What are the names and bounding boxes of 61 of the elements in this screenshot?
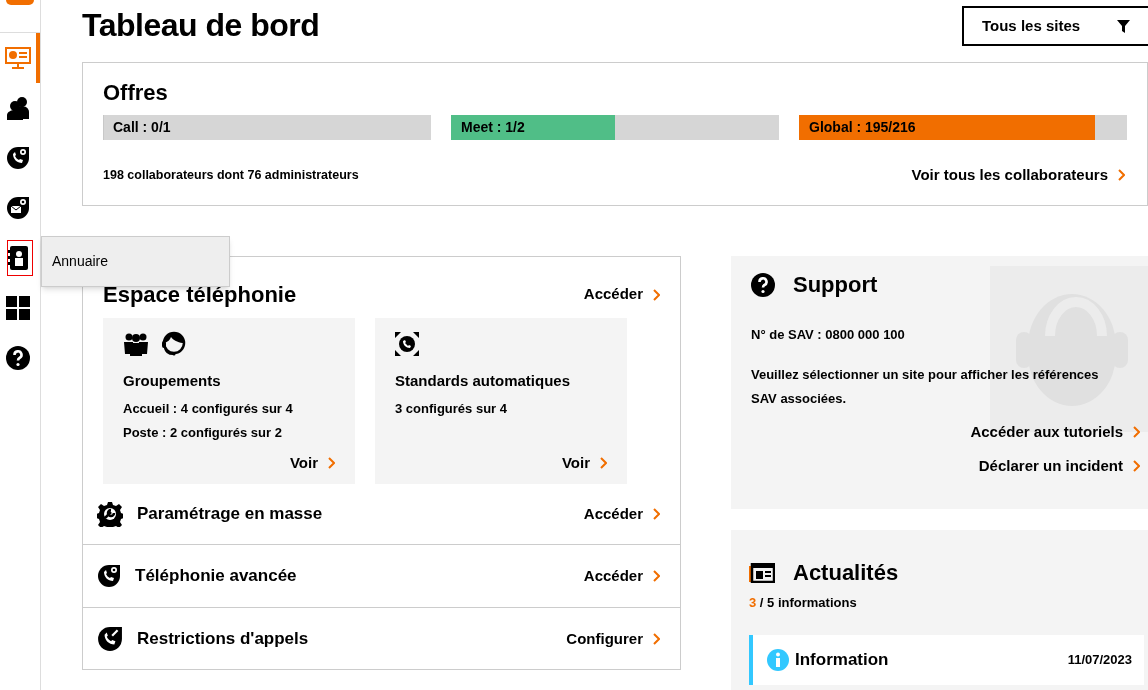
card-title: Espace téléphonie <box>103 281 297 309</box>
support-link[interactable]: Déclarer un incident <box>978 455 1140 478</box>
chevron-icon <box>1133 460 1140 473</box>
row-link[interactable]: Configurer <box>566 627 660 651</box>
phone-gear-icon <box>6 146 30 170</box>
support-message: Veuillez sélectionner un site pour afficher les références SAV associées. <box>751 365 1100 408</box>
offer-bar-label: Global : 195/216 <box>808 119 916 135</box>
feature-detail: Poste : 2 configurés sur 2 <box>123 424 283 441</box>
feature-row-label: Restrictions d'appels <box>137 628 309 651</box>
help-icon <box>6 346 30 370</box>
page-title: Tableau de bord <box>82 6 320 44</box>
newspaper-icon <box>749 562 775 583</box>
card-title: Support <box>793 271 878 299</box>
feature-row-label: Téléphonie avancée <box>135 565 297 588</box>
collaborators-link[interactable]: Voir tous les collaborateurs <box>911 164 1127 187</box>
chevron-icon <box>653 570 660 582</box>
support-phone: N° de SAV : 0800 000 100 <box>751 326 906 344</box>
monitor-icon <box>5 47 31 69</box>
feature-detail: 3 configurés sur 4 <box>395 400 508 417</box>
news-item[interactable]: Information 11/07/2023 <box>749 634 1144 685</box>
row-link[interactable]: Accéder <box>583 502 660 526</box>
news-date: 11/07/2023 <box>1067 650 1132 669</box>
offer-bar-label: Meet : 1/2 <box>460 119 525 135</box>
card-title: Offres <box>103 79 169 107</box>
chevron-icon <box>1133 425 1140 438</box>
news-title: Information <box>795 648 889 671</box>
feature-title: Standards automatiques <box>395 371 572 391</box>
offer-bar-label: Call : 0/1 <box>112 119 171 135</box>
chevron-icon <box>653 633 660 645</box>
headset-icon <box>161 331 187 357</box>
view-link[interactable]: Voir <box>289 451 335 474</box>
site-filter[interactable]: Tous les sites <box>962 6 1148 46</box>
info-icon <box>767 648 789 671</box>
phone-gear-icon <box>97 564 121 588</box>
chevron-icon <box>328 456 335 469</box>
feature-detail: Accueil : 4 configurés sur 4 <box>123 400 294 417</box>
grid-icon <box>6 296 30 320</box>
phone-block-icon <box>97 626 123 652</box>
wrench-gear-icon <box>97 501 123 527</box>
news-count: 3 / 5 informations <box>749 594 858 612</box>
chevron-icon <box>653 288 660 301</box>
filter-icon <box>1117 19 1130 33</box>
view-link[interactable]: Voir <box>561 451 607 474</box>
logo-icon[interactable] <box>6 0 34 5</box>
users-icon <box>7 96 29 120</box>
group-icon <box>123 332 149 356</box>
feature-title: Groupements <box>123 371 222 391</box>
switchboard-icon <box>395 332 419 356</box>
access-link[interactable]: Accéder <box>583 283 660 306</box>
help-icon <box>751 272 775 297</box>
feature-row-label: Paramétrage en masse <box>137 503 323 526</box>
card-title: Actualités <box>793 559 899 587</box>
address-book-icon <box>7 246 29 270</box>
chevron-icon <box>600 456 607 469</box>
tooltip-text: Annuaire <box>52 252 109 271</box>
chevron-icon <box>653 508 660 520</box>
mail-gear-icon <box>6 196 30 220</box>
support-link[interactable]: Accéder aux tutoriels <box>970 420 1140 443</box>
chevron-icon <box>1118 169 1125 182</box>
collaborators-summary: 198 collaborateurs dont 76 administrateurs <box>103 166 359 184</box>
row-link[interactable]: Accéder <box>583 564 660 588</box>
